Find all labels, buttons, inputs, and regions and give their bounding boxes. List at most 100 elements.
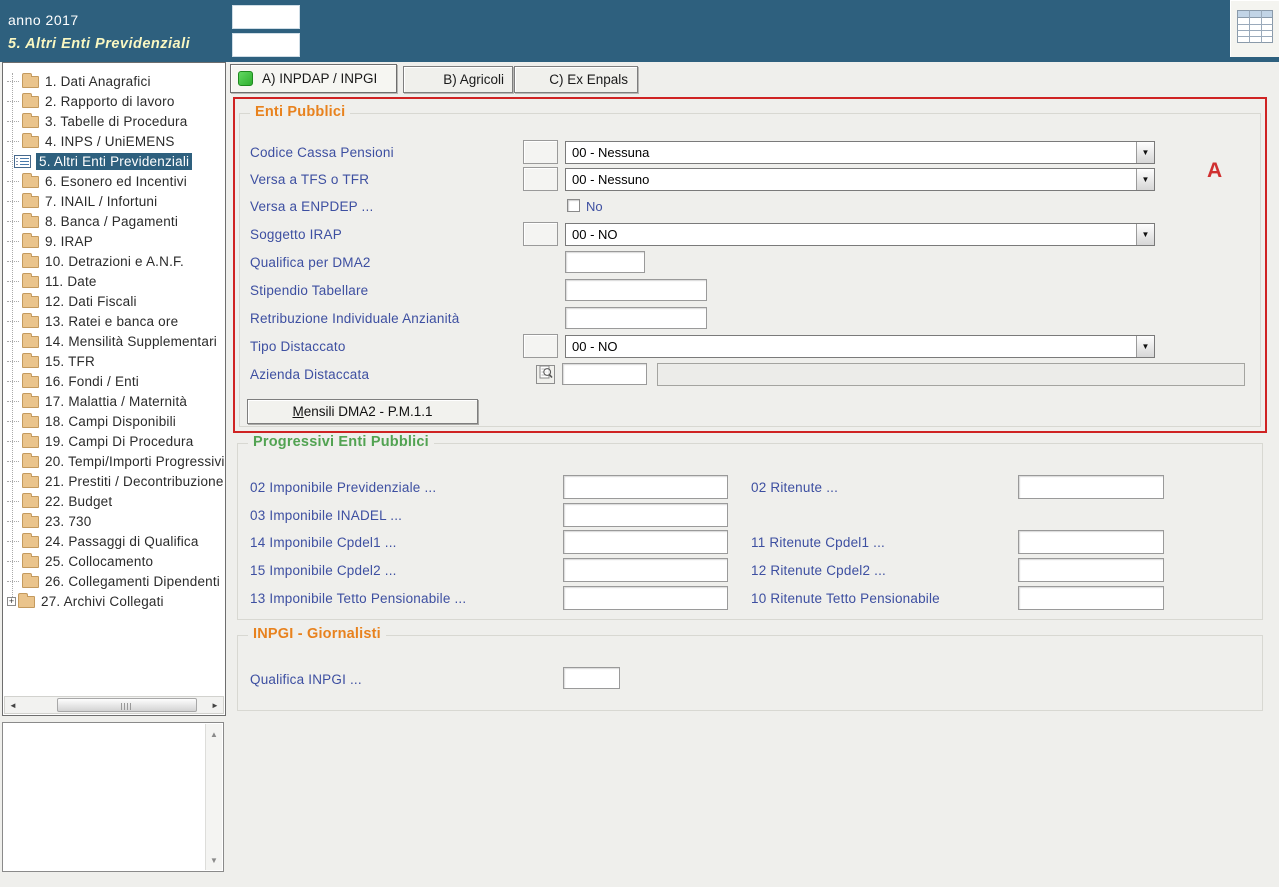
chevron-down-icon[interactable]: ▼ bbox=[1136, 169, 1154, 190]
app-window: { "header": { "anno_label": "anno 2017",… bbox=[0, 0, 1279, 887]
sidebar-item-collocamento[interactable]: 25. Collocamento bbox=[3, 551, 225, 571]
spreadsheet-button[interactable] bbox=[1230, 0, 1279, 57]
sidebar-item-budget[interactable]: 22. Budget bbox=[3, 491, 225, 511]
sidebar-item-dati-anagrafici[interactable]: 1. Dati Anagrafici bbox=[3, 71, 225, 91]
page-title: 5. Altri Enti Previdenziali bbox=[8, 36, 190, 52]
folder-icon bbox=[22, 436, 39, 448]
folder-icon bbox=[22, 356, 39, 368]
sidebar-item-banca-pagamenti[interactable]: 8. Banca / Pagamenti bbox=[3, 211, 225, 231]
ritenute-cpdel2-label: 12 Ritenute Cpdel2 ... bbox=[751, 563, 886, 578]
tipo-distaccato-select[interactable]: 00 - NO ▼ bbox=[565, 335, 1155, 358]
expand-plus-icon[interactable]: + bbox=[7, 597, 16, 606]
sidebar-item-irap[interactable]: 9. IRAP bbox=[3, 231, 225, 251]
sidebar-item-mensilita-supplementari[interactable]: 14. Mensilità Supplementari bbox=[3, 331, 225, 351]
imponibile-tetto-input[interactable] bbox=[563, 586, 728, 610]
soggetto-irap-code-box[interactable] bbox=[523, 222, 558, 246]
versa-tfs-tfr-select[interactable]: 00 - Nessuno ▼ bbox=[565, 168, 1155, 191]
qualifica-dma2-input[interactable] bbox=[565, 251, 645, 273]
soggetto-irap-label: Soggetto IRAP bbox=[250, 227, 342, 242]
sidebar-item-archivi-collegati[interactable]: +27. Archivi Collegati bbox=[3, 591, 225, 611]
sidebar-item-date[interactable]: 11. Date bbox=[3, 271, 225, 291]
folder-icon bbox=[22, 276, 39, 288]
ritenute-cpdel1-input[interactable] bbox=[1018, 530, 1164, 554]
tab-ex-enpals[interactable]: C) Ex Enpals bbox=[514, 66, 638, 93]
notes-panel[interactable]: ▲ ▼ bbox=[2, 722, 224, 872]
sidebar-item-prestiti-decontribuzione[interactable]: 21. Prestiti / Decontribuzione bbox=[3, 471, 225, 491]
chevron-down-icon[interactable]: ▼ bbox=[1136, 142, 1154, 163]
qualifica-inpgi-input[interactable] bbox=[563, 667, 620, 689]
scrollbar-thumb[interactable] bbox=[57, 698, 197, 712]
sidebar-item-ratei-banca-ore[interactable]: 13. Ratei e banca ore bbox=[3, 311, 225, 331]
versa-tfs-code-box[interactable] bbox=[523, 167, 558, 191]
folder-icon bbox=[22, 396, 39, 408]
codice-cassa-code-box[interactable] bbox=[523, 140, 558, 164]
sidebar-item-passaggi-di-qualifica[interactable]: 24. Passaggi di Qualifica bbox=[3, 531, 225, 551]
sidebar-item-inail-infortuni[interactable]: 7. INAIL / Infortuni bbox=[3, 191, 225, 211]
group-title: INPGI - Giornalisti bbox=[248, 626, 386, 642]
ritenute-tetto-input[interactable] bbox=[1018, 586, 1164, 610]
versa-enpdep-checkbox[interactable] bbox=[567, 199, 580, 212]
section-a-highlight: Enti Pubblici Codice Cassa Pensioni 00 -… bbox=[233, 97, 1267, 433]
retribuzione-anzianita-input[interactable] bbox=[565, 307, 707, 329]
folder-icon bbox=[22, 556, 39, 568]
folder-icon bbox=[22, 456, 39, 468]
inpgi-groupbox: INPGI - Giornalisti Qualifica INPGI ... bbox=[237, 635, 1263, 711]
folder-icon bbox=[22, 476, 39, 488]
folder-icon bbox=[22, 136, 39, 148]
sidebar-item-inps-uniemens[interactable]: 4. INPS / UniEMENS bbox=[3, 131, 225, 151]
scroll-up-icon[interactable]: ▲ bbox=[206, 726, 222, 742]
sidebar-item-campi-disponibili[interactable]: 18. Campi Disponibili bbox=[3, 411, 225, 431]
sidebar-item-dati-fiscali[interactable]: 12. Dati Fiscali bbox=[3, 291, 225, 311]
chevron-down-icon[interactable]: ▼ bbox=[1136, 224, 1154, 245]
sidebar-item-detrazioni-anf[interactable]: 10. Detrazioni e A.N.F. bbox=[3, 251, 225, 271]
sidebar-item-tempi-importi-progressivi[interactable]: 20. Tempi/Importi Progressivi bbox=[3, 451, 225, 471]
folder-icon bbox=[18, 596, 35, 608]
folder-icon bbox=[22, 316, 39, 328]
imponibile-previdenziale-input[interactable] bbox=[563, 475, 728, 499]
imponibile-cpdel1-label: 14 Imponibile Cpdel1 ... bbox=[250, 535, 397, 550]
retribuzione-anzianita-label: Retribuzione Individuale Anzianità bbox=[250, 311, 459, 326]
header-field-2[interactable] bbox=[232, 33, 300, 57]
lookup-button[interactable] bbox=[536, 365, 555, 384]
header-field-1[interactable] bbox=[232, 5, 300, 29]
sidebar-item-esonero-ed-incentivi[interactable]: 6. Esonero ed Incentivi bbox=[3, 171, 225, 191]
stipendio-tabellare-label: Stipendio Tabellare bbox=[250, 283, 368, 298]
imponibile-cpdel2-input[interactable] bbox=[563, 558, 728, 582]
versa-enpdep-label: Versa a ENPDEP ... bbox=[250, 199, 373, 214]
sidebar-item-collegamenti-dipendenti[interactable]: 26. Collegamenti Dipendenti bbox=[3, 571, 225, 591]
codice-cassa-pensioni-select[interactable]: 00 - Nessuna ▼ bbox=[565, 141, 1155, 164]
imponibile-inadel-input[interactable] bbox=[563, 503, 728, 527]
ritenute-tetto-label: 10 Ritenute Tetto Pensionabile bbox=[751, 591, 940, 606]
sidebar-item-altri-enti-previdenziali[interactable]: 5. Altri Enti Previdenziali bbox=[3, 151, 225, 171]
ritenute-label: 02 Ritenute ... bbox=[751, 480, 838, 495]
sidebar-item-campi-di-procedura[interactable]: 19. Campi Di Procedura bbox=[3, 431, 225, 451]
sidebar-item-tfr[interactable]: 15. TFR bbox=[3, 351, 225, 371]
sidebar-item-fondi-enti[interactable]: 16. Fondi / Enti bbox=[3, 371, 225, 391]
sidebar-item-730[interactable]: 23. 730 bbox=[3, 511, 225, 531]
chevron-down-icon[interactable]: ▼ bbox=[1136, 336, 1154, 357]
imponibile-cpdel2-label: 15 Imponibile Cpdel2 ... bbox=[250, 563, 397, 578]
azienda-distaccata-input[interactable] bbox=[562, 363, 647, 385]
imponibile-cpdel1-input[interactable] bbox=[563, 530, 728, 554]
notes-vertical-scrollbar[interactable]: ▲ ▼ bbox=[205, 724, 222, 870]
versa-enpdep-checkbox-label: No bbox=[586, 199, 603, 214]
header-bar: anno 2017 5. Altri Enti Previdenziali bbox=[0, 0, 1279, 62]
mensili-dma2-button[interactable]: Mensili DMA2 - P.M.1.1 bbox=[247, 399, 478, 424]
stipendio-tabellare-input[interactable] bbox=[565, 279, 707, 301]
soggetto-irap-select[interactable]: 00 - NO ▼ bbox=[565, 223, 1155, 246]
ritenute-cpdel2-input[interactable] bbox=[1018, 558, 1164, 582]
tab-inpdap-inpgi[interactable]: A) INPDAP / INPGI bbox=[230, 64, 397, 93]
group-title: Progressivi Enti Pubblici bbox=[248, 434, 434, 450]
sidebar-item-tabelle-di-procedura[interactable]: 3. Tabelle di Procedura bbox=[3, 111, 225, 131]
scroll-right-icon[interactable]: ► bbox=[207, 697, 223, 713]
tree-horizontal-scrollbar[interactable]: ◄ ► bbox=[4, 696, 224, 714]
qualifica-dma2-label: Qualifica per DMA2 bbox=[250, 255, 371, 270]
tipo-distaccato-code-box[interactable] bbox=[523, 334, 558, 358]
ritenute-input[interactable] bbox=[1018, 475, 1164, 499]
scroll-down-icon[interactable]: ▼ bbox=[206, 852, 222, 868]
scroll-left-icon[interactable]: ◄ bbox=[5, 697, 21, 713]
tab-agricoli[interactable]: B) Agricoli bbox=[403, 66, 513, 93]
sidebar-item-malattia-maternita[interactable]: 17. Malattia / Maternità bbox=[3, 391, 225, 411]
folder-icon bbox=[22, 216, 39, 228]
sidebar-item-rapporto-di-lavoro[interactable]: 2. Rapporto di lavoro bbox=[3, 91, 225, 111]
